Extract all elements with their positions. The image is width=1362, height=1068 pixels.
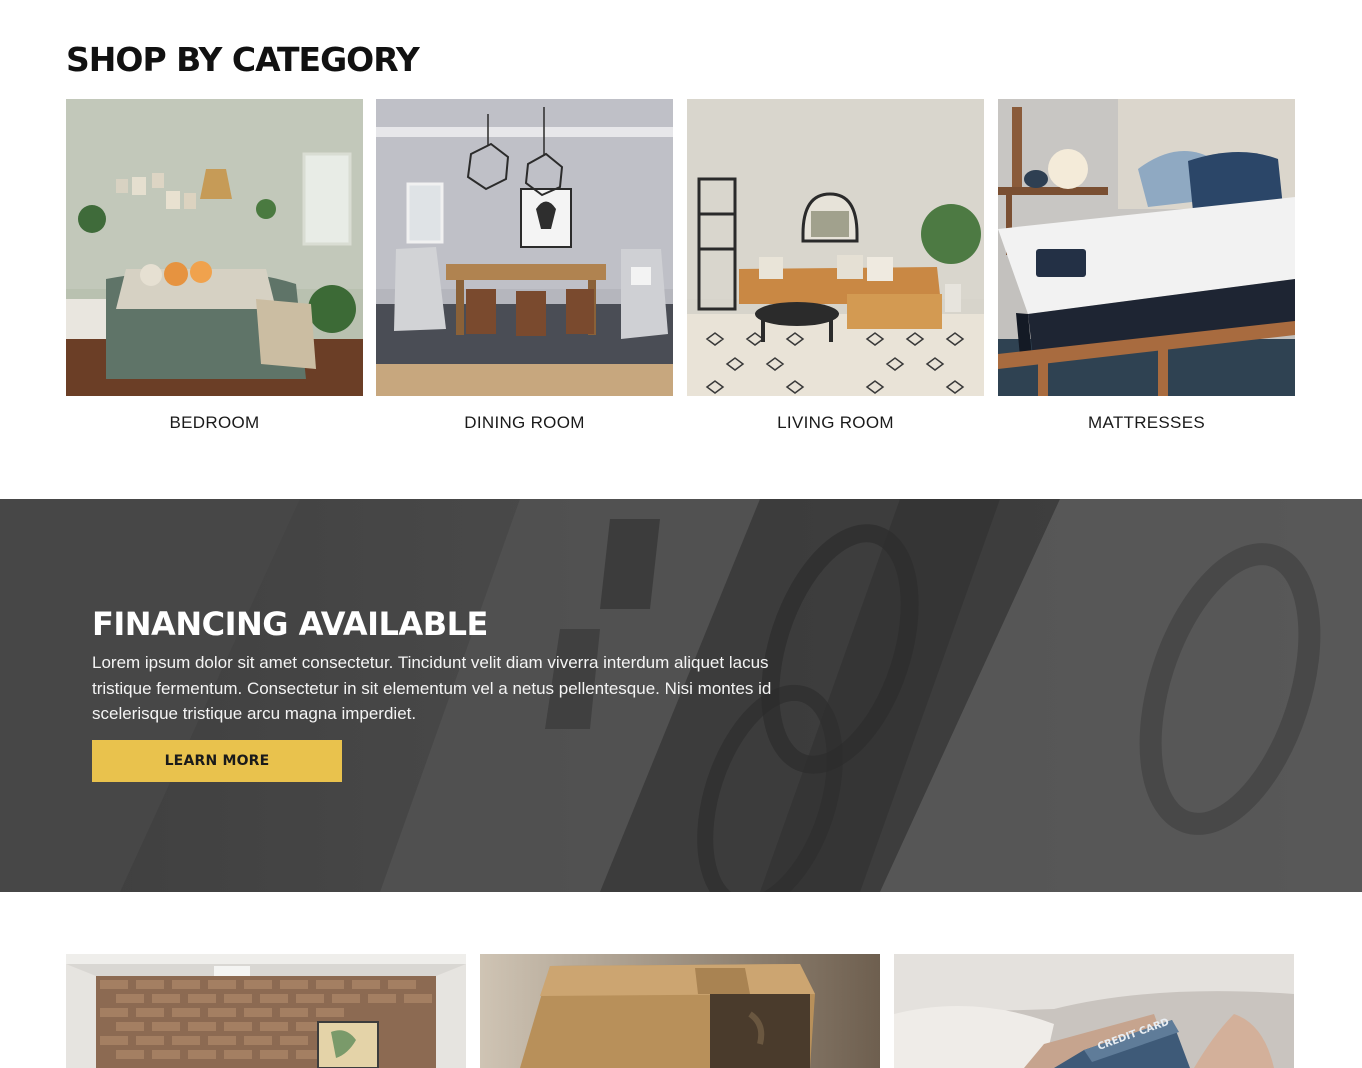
living-room-photo[interactable] xyxy=(687,99,984,396)
promo-tile-showroom[interactable] xyxy=(66,954,466,1068)
category-card-living-room[interactable]: LIVING ROOM xyxy=(687,99,984,439)
category-card-dining-room[interactable]: DINING ROOM xyxy=(376,99,673,439)
credit-card-photo: CREDIT CARD xyxy=(894,954,1294,1068)
category-card-bedroom[interactable]: BEDROOM xyxy=(66,99,363,439)
dining-room-photo[interactable] xyxy=(376,99,673,396)
financing-description: Lorem ipsum dolor sit amet consectetur. … xyxy=(92,653,772,723)
shop-by-category-section: SHOP BY CATEGORY BEDROOM DINING ROOM LIV… xyxy=(0,0,1362,499)
category-label[interactable]: DINING ROOM xyxy=(376,413,673,433)
financing-banner: FINANCING AVAILABLE Lorem ipsum dolor si… xyxy=(0,499,1362,892)
category-label[interactable]: MATTRESSES xyxy=(998,413,1295,433)
learn-more-button[interactable]: LEARN MORE xyxy=(92,740,342,782)
brick-wall-room-photo xyxy=(66,954,466,1068)
financing-title: FINANCING AVAILABLE xyxy=(92,605,488,643)
promo-tile-credit[interactable]: CREDIT CARD xyxy=(894,954,1294,1068)
category-label[interactable]: LIVING ROOM xyxy=(687,413,984,433)
category-label[interactable]: BEDROOM xyxy=(66,413,363,433)
page: SHOP BY CATEGORY BEDROOM DINING ROOM LIV… xyxy=(0,0,1362,1068)
category-card-mattresses[interactable]: MATTRESSES xyxy=(998,99,1295,439)
bedroom-photo[interactable] xyxy=(66,99,363,396)
section-title: SHOP BY CATEGORY xyxy=(66,40,420,79)
mattress-photo[interactable] xyxy=(998,99,1295,396)
cardboard-box-photo xyxy=(480,954,880,1068)
promo-tile-delivery[interactable] xyxy=(480,954,880,1068)
